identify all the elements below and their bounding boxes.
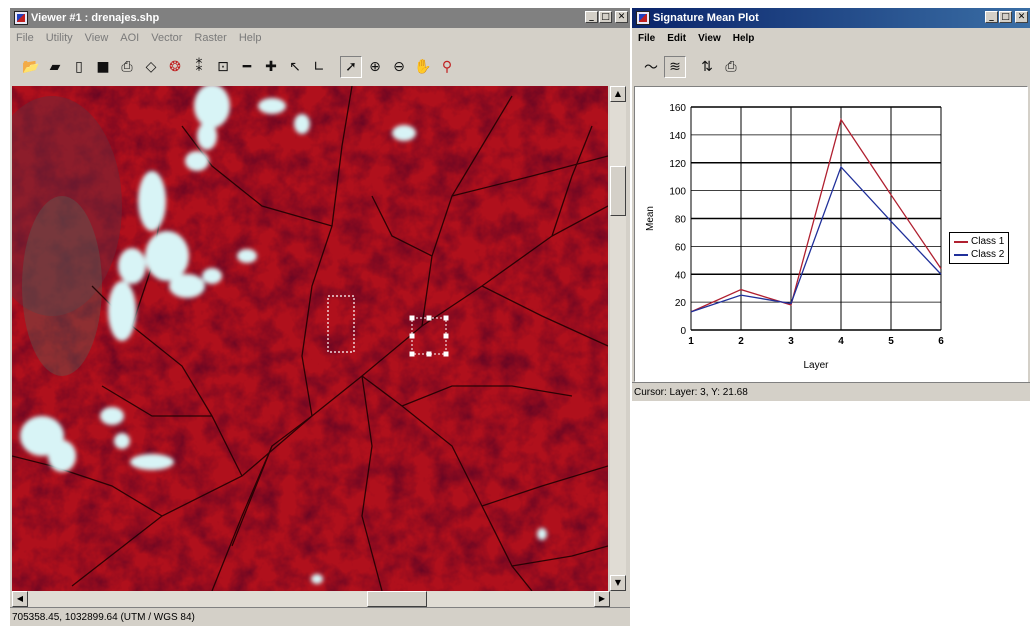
print-icon[interactable]: ⎙ [116, 56, 138, 78]
plot-window: Signature Mean Plot _ □ ✕ File Edit View… [632, 8, 1030, 401]
series-line-class-2 [690, 165, 942, 313]
legend-item-class-2: Class 2 [954, 248, 1004, 261]
x-tick-label: 5 [888, 336, 894, 347]
line-icon[interactable]: 〜 [640, 56, 662, 78]
plot-menu-view[interactable]: View [692, 33, 727, 44]
plot-cursor-status: Cursor: Layer: 3, Y: 21.68 [634, 386, 748, 398]
viewer-horizontal-scrollbar[interactable]: ◀ ▶ [12, 591, 610, 607]
menu-aoi[interactable]: AOI [114, 32, 145, 44]
plot-close-button[interactable]: ✕ [1015, 11, 1028, 23]
y-tick-label: 40 [675, 270, 687, 281]
plot-toolbar: 〜 ≋ ⇅ ⎙ [632, 52, 1030, 82]
viewer-titlebar[interactable]: Viewer #1 : drenajes.shp _ □ ✕ [10, 8, 630, 28]
crosshair-icon[interactable]: ✚ [260, 56, 282, 78]
raster-image[interactable] [12, 86, 608, 591]
switch-icon[interactable]: ⇅ [696, 56, 718, 78]
plot-title: Signature Mean Plot [653, 12, 759, 24]
minimize-button[interactable]: _ [585, 11, 598, 23]
x-tick-label: 3 [788, 336, 794, 347]
y-tick-label: 80 [675, 215, 687, 226]
plot-maximize-button[interactable]: □ [999, 11, 1012, 23]
plot-canvas: 0 20 40 60 80 100 120 140 160 1 2 3 4 5 6 Layer Mean Cla… [634, 86, 1028, 382]
scroll-up-button[interactable]: ▲ [610, 86, 626, 102]
x-axis-label: Layer [803, 360, 829, 371]
viewer-coordinates: 705358.45, 1032899.64 (UTM / WGS 84) [12, 611, 195, 623]
legend-swatch-class-1 [954, 240, 968, 243]
maximize-button[interactable]: □ [599, 11, 612, 23]
globe-icon[interactable]: ❂ [164, 56, 186, 78]
select-arrow-icon[interactable]: ➚ [340, 56, 362, 78]
legend-label-class-1: Class 1 [971, 236, 1005, 247]
series-line-class-1 [690, 117, 942, 313]
y-tick-label: 0 [680, 326, 686, 337]
plot-minimize-button[interactable]: _ [985, 11, 998, 23]
x-tick-label: 6 [938, 336, 944, 347]
menu-view[interactable]: View [79, 32, 115, 44]
viewer-toolbar: 📂 ▰ ▯ ■ ⎙ ◇ ❂ ⁑ ⊡ ━ ✚ ↖ ∟ ➚ ⊕ ⊖ ✋ ⚲ [10, 52, 630, 82]
layers-icon[interactable]: ≋ [664, 56, 686, 78]
scroll-left-button[interactable]: ◀ [12, 591, 28, 607]
pan-hand-icon[interactable]: ✋ [412, 56, 434, 78]
legend-item-class-1: Class 1 [954, 235, 1004, 248]
menu-file[interactable]: File [10, 32, 40, 44]
save-icon[interactable]: ■ [92, 56, 114, 78]
plot-app-icon [636, 11, 650, 25]
x-tick-label: 1 [688, 336, 694, 347]
plot-menu-edit[interactable]: Edit [661, 33, 692, 44]
fit-extent-icon[interactable]: ⁑ [188, 56, 210, 78]
plot-menu-file[interactable]: File [632, 33, 661, 44]
menu-raster[interactable]: Raster [188, 32, 232, 44]
y-tick-label: 120 [669, 159, 686, 170]
axis-icon[interactable]: ∟ [308, 56, 330, 78]
viewer-window: Viewer #1 : drenajes.shp _ □ ✕ File Util… [10, 8, 630, 626]
zoom-extent-icon[interactable]: ⊡ [212, 56, 234, 78]
open-layer-icon[interactable]: ▰ [44, 56, 66, 78]
horizontal-scroll-thumb[interactable] [367, 591, 427, 607]
viewer-statusbar: 705358.45, 1032899.64 (UTM / WGS 84) [10, 607, 630, 626]
x-tick-label: 2 [738, 336, 744, 347]
plot-titlebar[interactable]: Signature Mean Plot _ □ ✕ [632, 8, 1030, 28]
y-tick-label: 60 [675, 242, 687, 253]
x-tick-label: 4 [838, 336, 844, 347]
legend-swatch-class-2 [954, 253, 968, 256]
plot-statusbar: Cursor: Layer: 3, Y: 21.68 [632, 382, 1030, 401]
y-axis-label: Mean [645, 206, 656, 231]
legend-label-class-2: Class 2 [971, 249, 1005, 260]
minus-icon[interactable]: ━ [236, 56, 258, 78]
viewer-vertical-scrollbar[interactable]: ▲ ▼ [610, 86, 626, 591]
print-icon[interactable]: ⎙ [720, 56, 742, 78]
erase-icon[interactable]: ◇ [140, 56, 162, 78]
viewer-app-icon [14, 11, 28, 25]
zoom-in-icon[interactable]: ⊕ [364, 56, 386, 78]
y-tick-label: 100 [669, 187, 686, 198]
scroll-right-button[interactable]: ▶ [594, 591, 610, 607]
plot-menubar: File Edit View Help [632, 29, 1030, 47]
plot-menu-help[interactable]: Help [727, 33, 761, 44]
y-tick-label: 140 [669, 131, 686, 142]
menu-help[interactable]: Help [233, 32, 268, 44]
vertical-scroll-thumb[interactable] [610, 166, 626, 216]
scroll-down-button[interactable]: ▼ [610, 575, 626, 591]
pick-tool-icon[interactable]: ⚲ [436, 56, 458, 78]
viewer-menubar: File Utility View AOI Vector Raster Help [10, 29, 630, 47]
y-tick-label: 20 [675, 298, 687, 309]
hook-icon[interactable]: ↖ [284, 56, 306, 78]
y-tick-label: 160 [669, 103, 686, 114]
new-document-icon[interactable]: ▯ [68, 56, 90, 78]
zoom-out-icon[interactable]: ⊖ [388, 56, 410, 78]
menu-vector[interactable]: Vector [145, 32, 188, 44]
chart-legend: Class 1 Class 2 [949, 232, 1010, 264]
menu-utility[interactable]: Utility [40, 32, 79, 44]
viewer-title: Viewer #1 : drenajes.shp [31, 12, 160, 24]
close-button[interactable]: ✕ [615, 11, 628, 23]
open-folder-icon[interactable]: 📂 [20, 56, 42, 78]
